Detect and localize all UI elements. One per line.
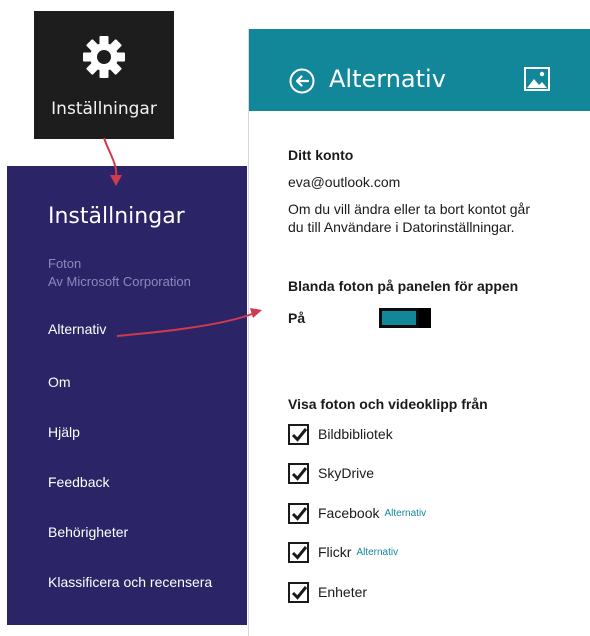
charm-to-pane-arrow [103,137,118,179]
charm-to-pane-arrowhead [110,175,122,186]
alternativ-arrow [116,313,253,337]
annotation-arrows [103,137,262,337]
alternativ-arrowhead [250,308,262,318]
